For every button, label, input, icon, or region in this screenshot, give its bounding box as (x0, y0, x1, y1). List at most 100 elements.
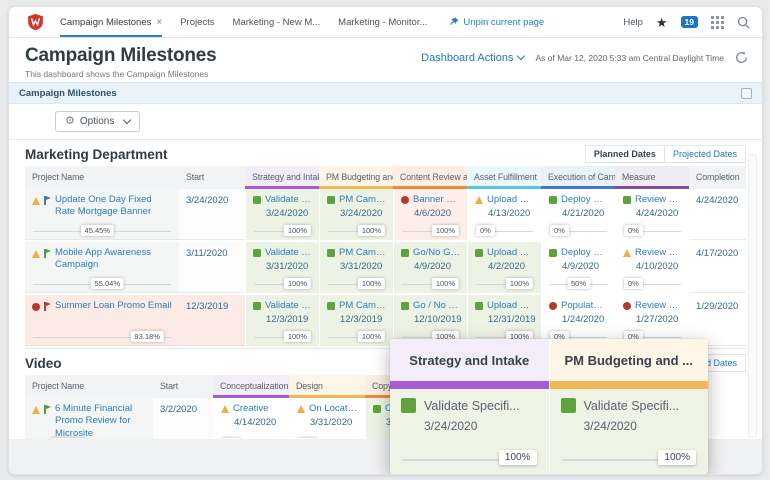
column-header-design: Design (289, 375, 365, 398)
milestone-link[interactable]: Upload asset (487, 247, 534, 258)
milestone-link[interactable]: Creative (233, 403, 268, 414)
progress-bar: 0% (624, 284, 681, 285)
progress-bar: 100% (328, 337, 385, 338)
dashboard-actions-menu[interactable]: Dashboard Actions (421, 52, 524, 64)
milestone-status-icon (401, 249, 409, 257)
progress-bar: 100% (402, 231, 459, 232)
tab-marketing-new-m[interactable]: Marketing - New M... (233, 7, 321, 37)
page-subtitle: This dashboard shows the Campaign Milest… (25, 69, 746, 79)
progress-badge: 0% (476, 225, 495, 236)
milestone-link[interactable]: On Location Vi... (309, 403, 358, 414)
unpin-current-page-link[interactable]: Unpin current page (449, 17, 544, 28)
milestone-link[interactable]: Deploy Banner (561, 194, 608, 205)
progress-badge: 100% (658, 450, 696, 465)
pin-icon (449, 17, 459, 27)
milestone-link[interactable]: PM Campaign P... (339, 247, 386, 258)
milestone-link[interactable]: Review Click-th... (635, 194, 682, 205)
milestone-cell: Validate Specifi...3/24/2020100% (245, 189, 319, 240)
milestone-link[interactable]: PM Campaign P... (339, 194, 386, 205)
table-header-row: Project NameStartStrategy and IntakePM B… (25, 166, 746, 189)
milestone-name: Validate Specifi... (424, 399, 520, 413)
tab-close-icon[interactable]: × (156, 17, 162, 28)
milestone-link[interactable]: Banner Go / No... (413, 194, 460, 205)
milestone-link[interactable]: PM Campaign P... (339, 300, 386, 311)
column-header-conceptualization: Conceptualization (213, 375, 289, 398)
panel-collapse-icon[interactable] (741, 88, 752, 99)
milestone-link[interactable]: Review Click Th... (635, 247, 682, 258)
app-grid-icon[interactable] (711, 16, 724, 29)
unpin-label: Unpin current page (463, 17, 544, 28)
favorites-star-icon[interactable]: ★ (656, 16, 668, 29)
project-link[interactable]: Summer Loan Promo Email (55, 300, 172, 312)
milestone-status-icon (253, 196, 261, 204)
column-header-start: Start (179, 166, 245, 189)
overlay-column-strategy-and-intake: Strategy and IntakeValidate Specifi...3/… (390, 339, 549, 474)
milestone-date: 4/10/2020 (636, 261, 682, 272)
tab-marketing-monitor[interactable]: Marketing - Monitor... (338, 7, 427, 37)
notification-badge[interactable]: 19 (681, 16, 698, 29)
column-header-execution-of-campa: Execution of Campa... (541, 166, 615, 189)
progress-bar: 0% (624, 231, 681, 232)
progress-bar: 100% (328, 284, 385, 285)
tab-projects[interactable]: Projects (180, 7, 214, 37)
column-header-start: Start (153, 375, 213, 398)
progress-badge: 0% (550, 225, 569, 236)
dashboard-actions-label: Dashboard Actions (421, 52, 513, 64)
progress-bar: 55.04% (33, 284, 171, 285)
milestone-date: 4/9/2020 (414, 261, 460, 272)
progress-bar: 100% (254, 284, 311, 285)
milestone-date: 1/24/2020 (562, 314, 608, 325)
milestone-date: 3/31/2020 (340, 261, 386, 272)
vertical-scrollbar[interactable] (748, 154, 757, 438)
milestone-link[interactable]: Go / No Go Cre... (413, 300, 460, 311)
tab-campaign-milestones[interactable]: Campaign Milestones × (60, 7, 162, 37)
progress-bar: 100% (476, 337, 533, 338)
milestone-link[interactable]: Validate Specifi... (265, 194, 312, 205)
header-actions: Dashboard Actions As of Mar 12, 2020 5:3… (421, 51, 748, 64)
project-flag-icon (43, 405, 51, 414)
milestone-status-icon (327, 196, 335, 204)
options-label: Options (80, 116, 114, 127)
milestone-date: 4/13/2020 (488, 208, 534, 219)
planned-dates-toggle[interactable]: Planned Dates (586, 146, 664, 162)
progress-badge: 100% (284, 278, 311, 289)
milestone-link[interactable]: Go/No Go Bann... (413, 247, 460, 258)
tab-label: Campaign Milestones (60, 17, 151, 28)
progress-bar: 50% (550, 284, 607, 285)
options-button[interactable]: ⚙ Options (55, 111, 140, 132)
project-link[interactable]: Mobile App Awareness Campaign (55, 247, 172, 272)
milestone-link[interactable]: Validate Specifi... (265, 300, 312, 311)
start-cell: 12/3/2019 (179, 295, 245, 346)
project-link[interactable]: 6 Minute Financial Promo Review for Micr… (55, 403, 146, 440)
milestone-link[interactable]: Upload Final Co... (487, 300, 534, 311)
milestone-link[interactable]: Populate Lists i... (561, 300, 608, 311)
milestone-status-icon (549, 249, 557, 257)
milestone-status-icon (549, 196, 557, 204)
start-cell: 3/11/2020 (179, 242, 245, 293)
column-header-project-name: Project Name (25, 375, 153, 398)
milestone-link[interactable]: Upload Final Co... (487, 194, 534, 205)
milestone-link[interactable]: Validate Specifi... (265, 247, 312, 258)
help-link[interactable]: Help (623, 17, 643, 28)
project-status-icon (32, 303, 40, 311)
column-header-project-name: Project Name (25, 166, 179, 189)
refresh-icon[interactable] (735, 51, 748, 64)
milestone-date: 4/6/2020 (414, 208, 460, 219)
milestone-status-icon (475, 196, 483, 204)
milestone-cell: Deploy Banner4/21/20200% (541, 189, 615, 240)
project-link[interactable]: Update One Day Fixed Rate Mortgage Banne… (55, 194, 172, 219)
milestone-link[interactable]: Review success (635, 300, 682, 311)
magnified-inset-card: Strategy and IntakeValidate Specifi...3/… (390, 339, 708, 474)
search-icon[interactable] (737, 16, 750, 29)
milestone-link[interactable]: Deploy Banner (561, 247, 608, 258)
workfront-logo-icon[interactable] (27, 13, 44, 31)
progress-badge: 50% (567, 278, 590, 289)
milestone-date: 3/24/2020 (584, 419, 698, 433)
start-date: 3/2/2020 (160, 403, 206, 415)
projected-dates-link[interactable]: Projected Dates (664, 146, 745, 162)
progress-badge: 55.04% (91, 278, 124, 289)
progress-bar: 100% (254, 337, 311, 338)
page-header: Campaign Milestones This dashboard shows… (9, 38, 762, 82)
completion-cell: 4/17/2020 (689, 242, 746, 293)
milestone-status-icon (623, 249, 631, 257)
